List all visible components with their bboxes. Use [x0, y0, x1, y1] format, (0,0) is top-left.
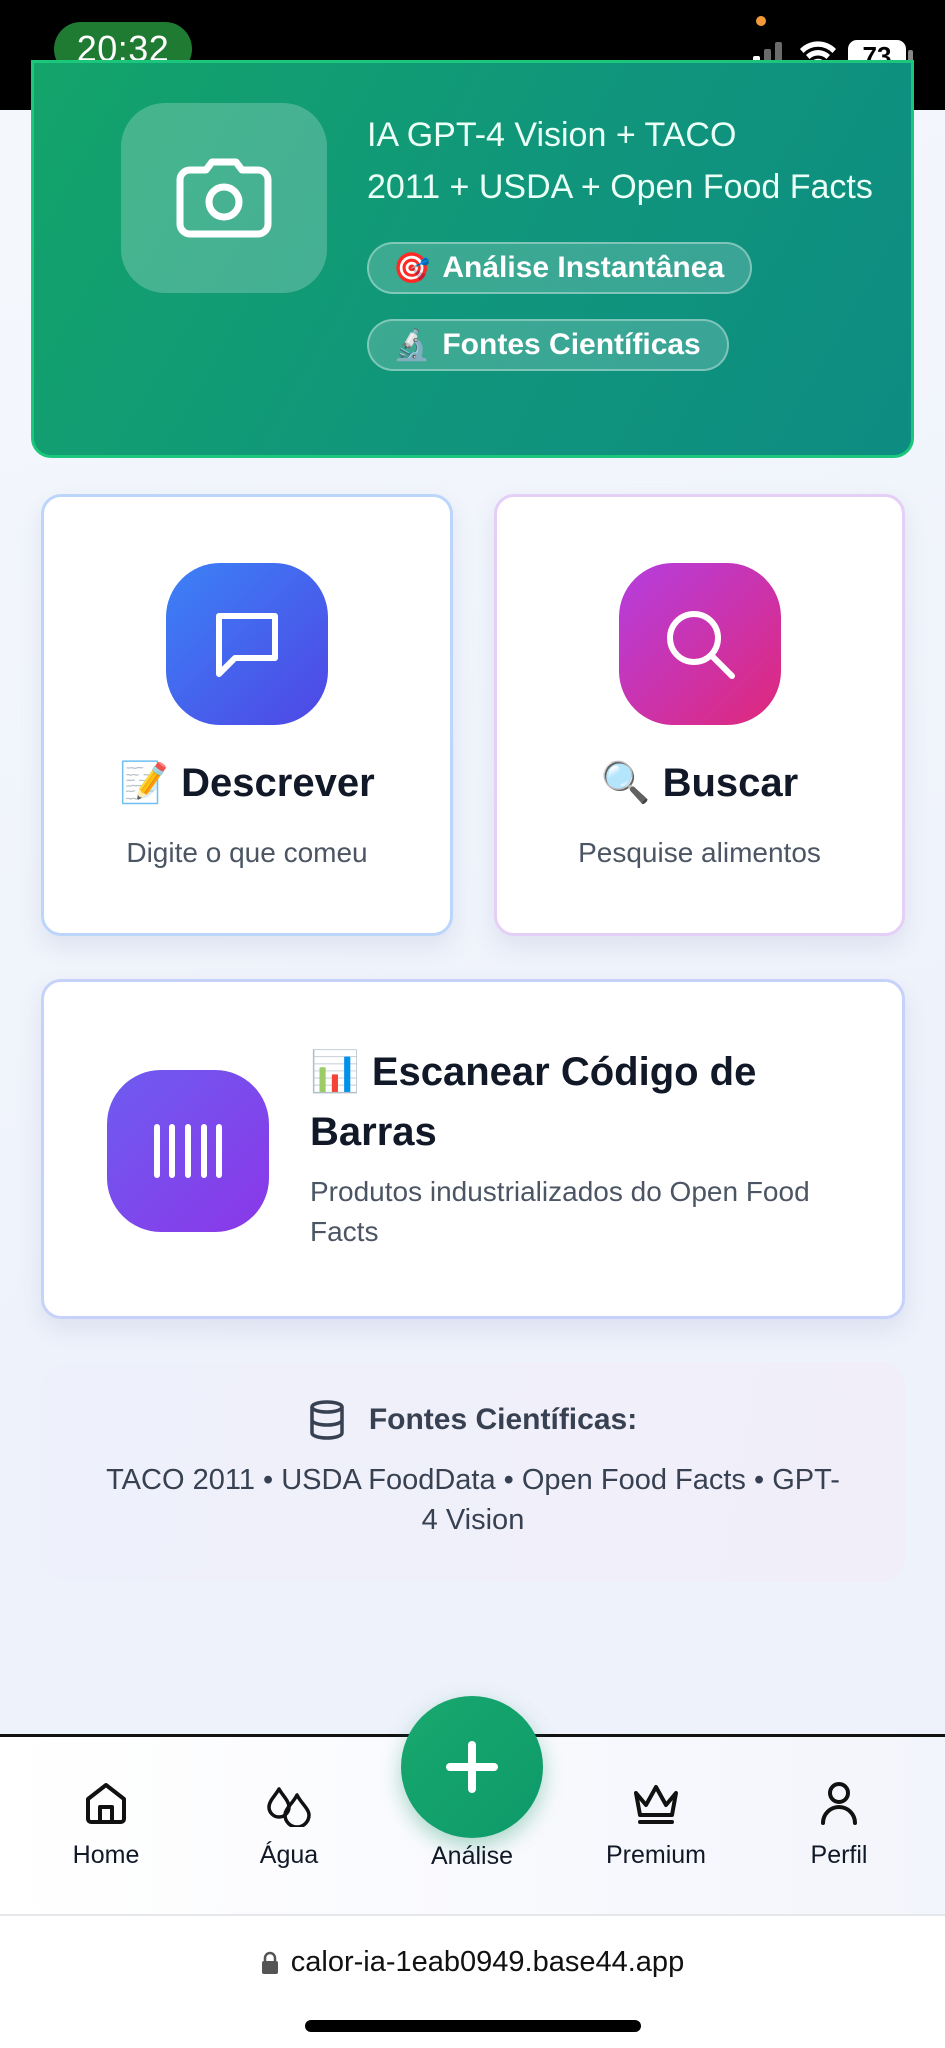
search-option-card[interactable]: 🔍 Buscar Pesquise alimentos — [494, 494, 905, 936]
microscope-icon: 🔬 — [393, 328, 431, 362]
url-display[interactable]: calor-ia-1eab0949.base44.app — [0, 1946, 945, 1979]
chip-label: Análise Instantânea — [442, 251, 725, 284]
lock-icon — [261, 1951, 278, 1974]
barcode-description: Produtos industrializados do Open Food F… — [310, 1176, 810, 1247]
search-description: Pesquise alimentos — [578, 837, 821, 868]
describe-icon-tile — [166, 563, 328, 725]
nav-item-home[interactable]: Home — [36, 1737, 176, 1917]
nav-label: Perfil — [810, 1841, 868, 1869]
camera-tile[interactable] — [121, 103, 327, 293]
nav-item-premium[interactable]: Premium — [586, 1737, 726, 1917]
describe-title: 📝 Descrever — [119, 761, 375, 805]
nav-label: Água — [259, 1841, 319, 1869]
nav-item-water[interactable]: Água — [219, 1737, 359, 1917]
describe-description: Digite o que comeu — [126, 837, 368, 868]
chip-label: Fontes Científicas — [442, 328, 701, 361]
photo-analysis-card[interactable]: IA GPT-4 Vision + TACO 2011 + USDA + Ope… — [31, 60, 914, 458]
home-icon — [86, 1783, 126, 1824]
chip-instant-analysis: 🎯 Análise Instantânea — [367, 242, 753, 294]
magnifier-icon: 🔍 — [600, 761, 651, 805]
sources-header: Fontes Científicas: — [41, 1400, 905, 1440]
search-icon — [666, 611, 735, 679]
barcode-title: 📊 Escanear Código de Barras — [310, 1050, 757, 1154]
barcode-icon — [154, 1124, 222, 1178]
message-icon — [216, 613, 278, 677]
camera-icon — [176, 158, 272, 238]
target-icon: 🎯 — [393, 251, 431, 285]
home-indicator[interactable] — [305, 2020, 641, 2032]
memo-icon: 📝 — [119, 761, 170, 805]
describe-option-card[interactable]: 📝 Descrever Digite o que comeu — [41, 494, 453, 936]
scientific-sources-box: Fontes Científicas: TACO 2011 • USDA Foo… — [41, 1362, 905, 1582]
barcode-icon-tile — [107, 1070, 269, 1232]
nav-label: Premium — [605, 1841, 706, 1869]
water-drops-icon — [267, 1787, 311, 1827]
nav-label: Home — [72, 1841, 140, 1869]
plus-icon — [446, 1741, 498, 1793]
bar-chart-icon: 📊 — [310, 1050, 360, 1094]
search-title: 🔍 Buscar — [600, 761, 799, 805]
nav-item-profile[interactable]: Perfil — [769, 1737, 909, 1917]
sources-title: Fontes Científicas: — [368, 1403, 638, 1436]
hero-subtitle-line2: 2011 + USDA + Open Food Facts — [367, 168, 873, 206]
database-icon — [310, 1400, 344, 1440]
url-text: calor-ia-1eab0949.base44.app — [290, 1946, 685, 1978]
barcode-option-card[interactable]: 📊 Escanear Código de Barras Produtos indu… — [41, 979, 905, 1319]
analysis-fab-button[interactable] — [401, 1696, 543, 1838]
chip-scientific-sources: 🔬 Fontes Científicas — [367, 319, 729, 371]
privacy-indicator-dot — [756, 16, 766, 26]
user-icon — [821, 1782, 857, 1825]
browser-url-bar[interactable]: calor-ia-1eab0949.base44.app — [0, 1914, 945, 2048]
search-icon-tile — [618, 563, 781, 725]
hero-subtitle-line1: IA GPT-4 Vision + TACO — [367, 116, 737, 154]
sources-list: TACO 2011 • USDA FoodData • Open Food Fa… — [106, 1464, 840, 1536]
hero-subtitle: IA GPT-4 Vision + TACO 2011 + USDA + Ope… — [367, 109, 887, 213]
nav-label-analysis[interactable]: Análise — [401, 1842, 543, 1871]
crown-icon — [634, 1785, 678, 1824]
